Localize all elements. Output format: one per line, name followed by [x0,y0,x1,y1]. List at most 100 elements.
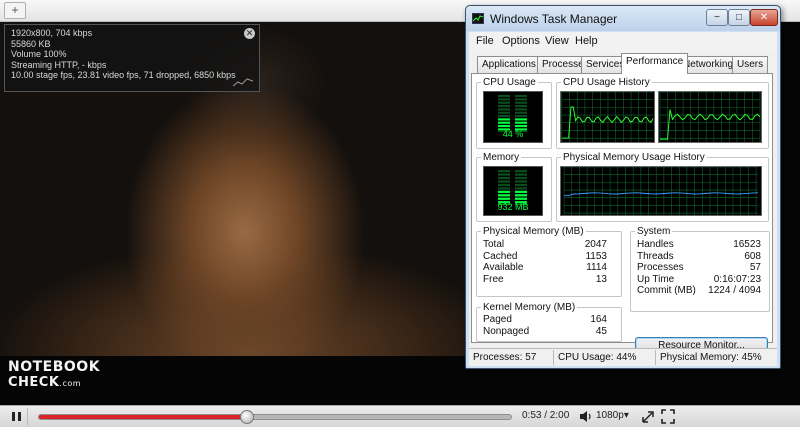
menu-bar: File Options View Help [469,32,777,52]
memory-meter-segment [515,170,527,173]
menu-file[interactable]: File [476,35,494,47]
notebookcheck-logo: NOTEBOOK CHECK.com [8,360,100,391]
stat-row-threads: Threads 608 [637,251,761,263]
memory-meter-segment [498,183,510,187]
memory-meter-segment [498,176,510,180]
stat-label: Commit (MB) [637,285,696,296]
stat-value: 1114 [586,262,607,273]
task-manager-client: Applications Processes Services Performa… [469,52,777,366]
stat-row-uptime: Up Time 0:16:07:23 [637,274,761,286]
tab-users[interactable]: Users [732,56,769,73]
maximize-button[interactable]: □ [728,9,750,26]
stat-row-nonpaged: Nonpaged 45 [483,326,607,338]
stats-volume: Volume 100% [11,49,67,59]
stat-row-paged: Paged 164 [483,314,607,326]
stat-label: Total [483,239,505,250]
stat-row-processes: Processes 57 [637,262,761,274]
physical-memory-group: Physical Memory (MB) Total 2047 Cached 115… [476,226,622,297]
cpu-meter-segment [498,125,510,128]
cpu-meter-segment [515,95,527,98]
stat-label: Threads [637,250,674,262]
player-controls: 0:53 / 2:00 1080p▾ [0,405,800,427]
close-stats-button[interactable]: ✕ [244,28,255,39]
time-display: 0:53 / 2:00 [522,410,570,421]
cpu-usage-group: CPU Usage 44 % [476,77,552,149]
cpu-usage-label: CPU Usage [483,77,536,88]
memory-meter-segment [515,187,527,190]
task-manager-window[interactable]: Windows Task Manager − □ ✕ File Options … [465,5,781,369]
stat-label: Paged [483,314,512,325]
popout-icon[interactable] [640,408,656,425]
cpu-history-graph-core2 [658,91,762,143]
stat-label: Nonpaged [483,325,530,337]
stats-resolution: 1920x800, 704 kbps [11,28,93,38]
stat-value: 13 [595,273,607,285]
memory-history-line [564,192,758,196]
pause-icon [12,412,15,421]
pause-button[interactable] [4,408,28,425]
quality-selector[interactable]: 1080p▾ [596,410,629,421]
logo-line2: CHECK [8,375,60,390]
cpu-meter-segment [498,95,510,98]
new-tab-button[interactable]: + [4,2,26,19]
status-cpu: CPU Usage: 44% [558,352,637,363]
kernel-memory-group: Kernel Memory (MB) Paged 164 Nonpaged 45 [476,302,622,342]
stat-value: 164 [590,314,607,325]
seek-played [39,415,248,419]
fullscreen-icon[interactable] [660,408,676,425]
seek-bar[interactable] [38,410,512,424]
stat-label: Cached [483,250,518,262]
cpu-history-group: CPU Usage History [556,77,769,149]
stat-value: 16523 [733,239,761,250]
cpu-meter-segment [515,108,527,111]
stats-streaming: Streaming HTTP, - kbps [11,59,107,70]
memory-group: Memory 932 MB [476,152,552,222]
logo-line1: NOTEBOOK [8,359,101,375]
tab-applications[interactable]: Applications [477,56,541,73]
system-title: System [637,226,671,237]
system-table: Handles 16523 Threads 608 Processes 57 Up T… [637,239,761,297]
cpu-meter-segment [498,111,510,114]
stat-value: 57 [749,262,761,273]
title-bar[interactable]: Windows Task Manager − □ ✕ [466,6,780,31]
physical-memory-table: Total 2047 Cached 1153 Available 1114 Free 1… [483,239,607,285]
physical-memory-title: Physical Memory (MB) [483,226,584,237]
seek-handle[interactable] [240,410,255,424]
cpu-meter-segment [515,101,527,104]
window-title: Windows Task Manager [490,12,618,26]
stat-value: 1224 / 4094 [708,285,761,296]
cpu-meter-segment [515,105,527,108]
stat-label: Free [483,273,504,285]
minimize-button[interactable]: − [706,9,728,26]
cpu-history-graph-core1 [560,91,655,143]
menu-view[interactable]: View [545,35,569,47]
menu-options[interactable]: Options [502,35,540,47]
volume-icon[interactable] [578,408,594,425]
cpu-meter-segment [515,98,527,101]
stat-value: 0:16:07:23 [713,273,761,285]
memory-meter-segment [498,170,510,173]
menu-help[interactable]: Help [575,35,598,47]
close-button[interactable]: ✕ [750,9,778,26]
memory-meter-segment [498,180,510,183]
chevron-down-icon: ▾ [623,410,629,421]
memory-meter-segment [498,187,510,190]
memory-history-group: Physical Memory Usage History [556,152,769,222]
cpu-usage-meter: 44 % [483,91,543,143]
memory-history-label: Physical Memory Usage History [563,152,705,163]
cpu-meter-segment [498,98,510,101]
memory-meter-segment [515,197,527,200]
cpu-history-label: CPU Usage History [563,77,650,88]
memory-label: Memory [483,152,520,163]
stat-row-available: Available 1114 [483,262,607,274]
stat-row-handles: Handles 16523 [637,239,761,251]
tab-performance[interactable]: Performance [621,53,689,74]
memory-meter-segment [498,190,510,193]
video-stats-overlay: 1920x800, 704 kbps 55860 KB Volume 100% … [4,24,260,92]
cpu-meter-segment [515,125,527,128]
status-processes: Processes: 57 [473,352,537,363]
quality-value: 1080p [596,410,624,421]
cpu-meter-segment [498,115,510,118]
stat-value: 608 [744,250,761,262]
performance-panel: CPU Usage 44 % CPU Usage History Memory … [471,73,773,355]
